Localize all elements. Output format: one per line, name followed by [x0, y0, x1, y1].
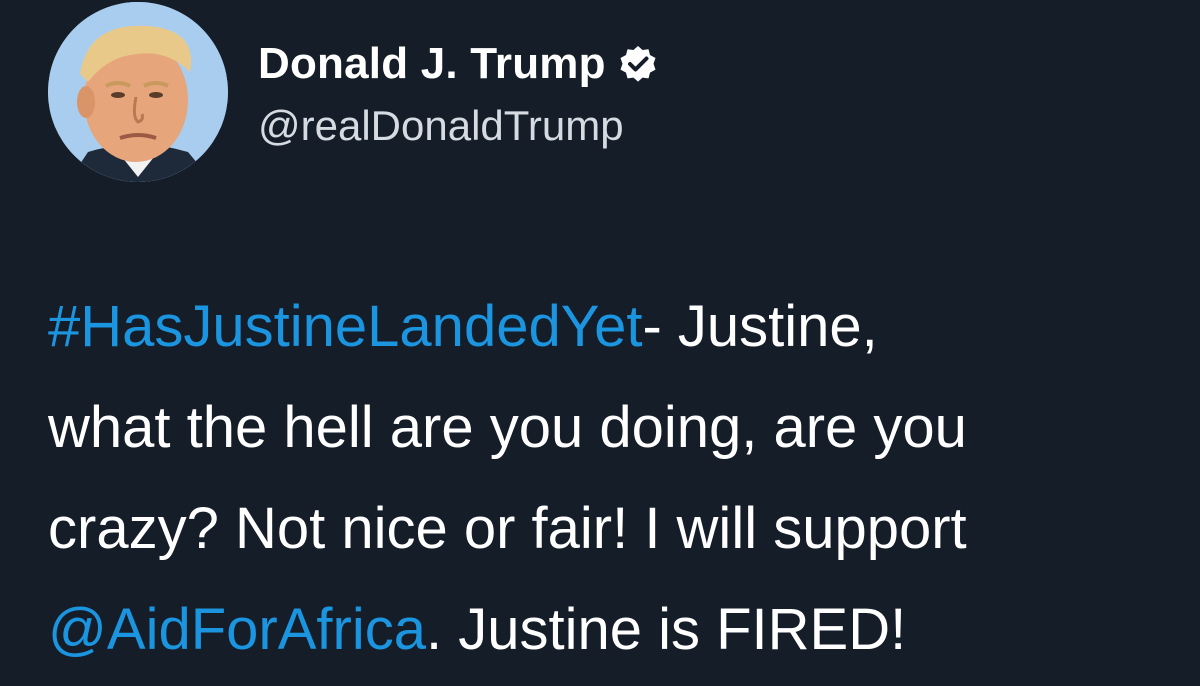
- hashtag-link[interactable]: #HasJustineLandedYet: [48, 294, 642, 359]
- mention-link[interactable]: @AidForAfrica: [48, 597, 426, 662]
- tweet-line-2: what the hell are you doing, are you: [48, 395, 967, 460]
- tweet-text: #HasJustineLandedYet- Justine, what the …: [48, 276, 1188, 680]
- tweet-text-segment: - Justine,: [642, 294, 878, 359]
- tweet-line-3: crazy? Not nice or fair! I will support: [48, 496, 967, 561]
- tweet-line-1: #HasJustineLandedYet- Justine,: [48, 276, 1188, 377]
- tweet-card: Donald J. Trump @realDonaldTrump #HasJus…: [0, 0, 1200, 686]
- display-name[interactable]: Donald J. Trump: [258, 39, 606, 89]
- avatar-photo: [48, 2, 228, 182]
- avatar[interactable]: [48, 2, 228, 182]
- verified-badge-icon: [618, 44, 658, 84]
- tweet-line-4: @AidForAfrica. Justine is FIRED!: [48, 579, 1188, 680]
- author-name-row: Donald J. Trump: [258, 36, 658, 92]
- tweet-text-segment: . Justine is FIRED!: [425, 597, 907, 662]
- user-handle[interactable]: @realDonaldTrump: [258, 102, 624, 150]
